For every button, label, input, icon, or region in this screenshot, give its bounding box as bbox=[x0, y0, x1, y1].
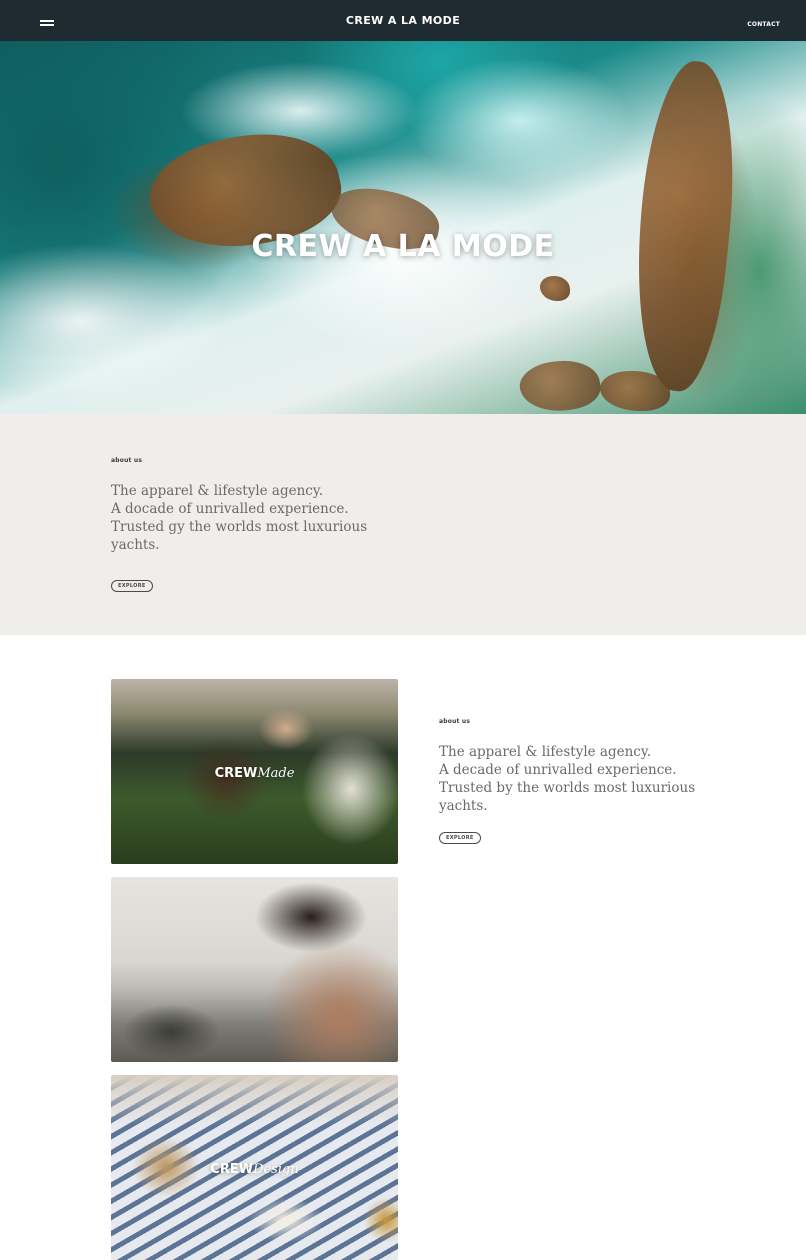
rock-shape bbox=[600, 371, 670, 411]
about-section: about us The apparel & lifestyle agency.… bbox=[0, 414, 806, 635]
hero-banner: CREW A LA MODE bbox=[0, 41, 806, 414]
side-explore-button[interactable]: EXPLORE bbox=[439, 832, 481, 844]
brand-logo[interactable]: CREW A LA MODE bbox=[346, 14, 460, 27]
hero-title: CREW A LA MODE bbox=[251, 229, 555, 264]
portrait-card[interactable] bbox=[111, 877, 398, 1062]
about-line: The apparel & lifestyle agency. bbox=[111, 483, 323, 499]
crew-design-card[interactable]: CREWDesign bbox=[111, 1075, 398, 1260]
side-eyebrow: about us bbox=[439, 718, 471, 725]
card-title-strong: CREW bbox=[214, 766, 258, 781]
rock-shape bbox=[516, 355, 604, 414]
top-navbar: CREW A LA MODE CONTACT bbox=[0, 0, 806, 41]
side-line: yachts. bbox=[439, 798, 488, 814]
crew-made-card[interactable]: CREWMade bbox=[111, 679, 398, 864]
side-text: The apparel & lifestyle agency. A decade… bbox=[439, 743, 695, 815]
about-text: The apparel & lifestyle agency. A docade… bbox=[111, 482, 367, 554]
card-title: CREWDesign bbox=[111, 1160, 398, 1178]
card-title-script: Design bbox=[253, 1162, 299, 1177]
side-line: The apparel & lifestyle agency. bbox=[439, 744, 651, 760]
rock-shape bbox=[622, 57, 748, 395]
card-title: CREWMade bbox=[111, 764, 398, 782]
about-line: Trusted gy the worlds most luxurious bbox=[111, 519, 368, 535]
card-title-script: Made bbox=[257, 766, 295, 781]
side-line: Trusted by the worlds most luxurious bbox=[439, 780, 696, 796]
about-eyebrow: about us bbox=[111, 457, 143, 464]
rock-shape bbox=[540, 276, 570, 301]
side-line: A decade of unrivalled experience. bbox=[439, 762, 677, 778]
card-title-strong: CREW bbox=[210, 1162, 254, 1177]
about-line: A docade of unrivalled experience. bbox=[111, 501, 349, 517]
contact-link[interactable]: CONTACT bbox=[747, 21, 780, 28]
hamburger-icon[interactable] bbox=[40, 20, 56, 28]
explore-button[interactable]: EXPLORE bbox=[111, 580, 153, 592]
about-line: yachts. bbox=[111, 537, 160, 553]
